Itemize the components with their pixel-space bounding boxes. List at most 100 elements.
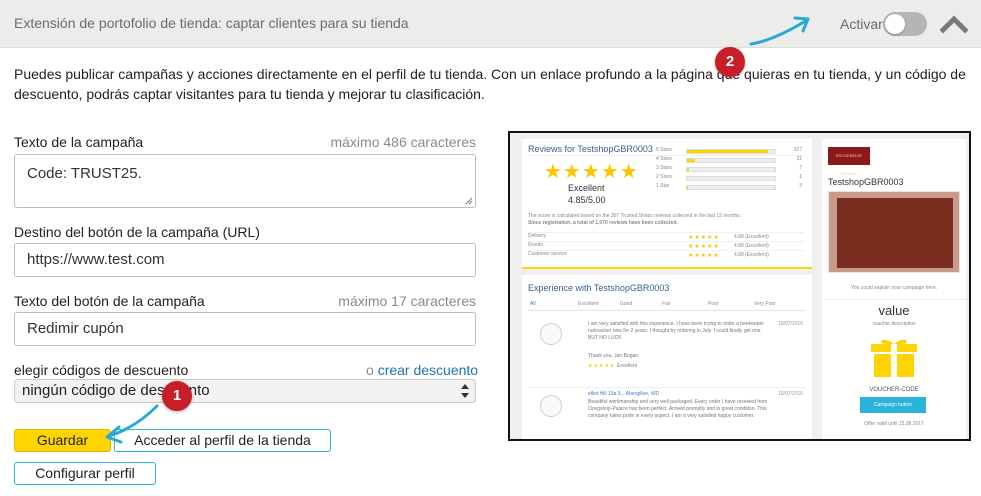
campaign-text-value: Code: TRUST25. bbox=[27, 165, 142, 182]
rating-bar-track bbox=[686, 149, 776, 154]
toggle-knob bbox=[885, 14, 905, 34]
button-text-input[interactable]: Redimir cupón bbox=[14, 312, 476, 346]
select-arrows-icon bbox=[461, 384, 469, 398]
avatar-icon bbox=[540, 395, 562, 417]
criteria-name: Delivery bbox=[528, 233, 547, 239]
avatar-icon bbox=[540, 323, 562, 345]
preview-voucher-desc: voucher description bbox=[872, 321, 916, 327]
preview-tab: Fair bbox=[662, 301, 671, 307]
preview-review-date: 18/07/2016 bbox=[778, 321, 804, 327]
rating-bar-row: 1 Star 3 bbox=[656, 183, 806, 191]
preview-review-rating: ★★★★★ Excellent bbox=[588, 363, 768, 370]
card-accent-bar bbox=[522, 267, 812, 269]
criteria-name: Customer service bbox=[528, 251, 567, 257]
rating-bar-fill bbox=[687, 168, 689, 171]
discount-label: elegir códigos de descuento bbox=[14, 362, 189, 378]
preview-shop-banner-image bbox=[828, 191, 960, 273]
preview-tab: Very Poor bbox=[754, 301, 776, 307]
intro-text: Puedes publicar campañas y acciones dire… bbox=[14, 66, 966, 102]
preview-campaign-button: Campaign button bbox=[860, 397, 926, 413]
discount-select[interactable]: ningún código de descuento bbox=[14, 379, 476, 403]
chevron-up-icon[interactable] bbox=[940, 14, 968, 34]
button-text-label: Texto del botón de la campaña bbox=[14, 293, 205, 309]
rating-bar-label: 4 Stars bbox=[656, 156, 672, 162]
rating-bar-label: 1 Star bbox=[656, 183, 670, 189]
panel-title: Extensión de portofolio de tienda: capta… bbox=[14, 15, 409, 31]
criteria-value: 4.88 (Excellent) bbox=[734, 252, 769, 258]
preview-review-text: Beautiful workmanship and very well pack… bbox=[588, 399, 768, 419]
preview-review-date: 18/07/2016 bbox=[778, 391, 804, 397]
rating-bar-fill bbox=[687, 159, 695, 162]
profile-preview-image: Reviews for TestshopGBR0003 ★★★★★ Excell… bbox=[508, 131, 971, 441]
criteria-value: 4.88 (Excellent) bbox=[734, 243, 769, 249]
resize-grip-icon[interactable] bbox=[465, 197, 473, 205]
rating-bar-fill bbox=[687, 186, 688, 189]
discount-link-prefix: o bbox=[366, 362, 374, 378]
annotation-arrow-2 bbox=[749, 16, 810, 46]
preview-reviews-card: Reviews for TestshopGBR0003 ★★★★★ Excell… bbox=[522, 139, 812, 269]
preview-rating-word: Excellent bbox=[568, 183, 605, 193]
preview-criteria-row: Goods ★★★★★ 4.88 (Excellent) bbox=[528, 241, 804, 250]
criteria-stars: ★★★★★ bbox=[688, 244, 720, 250]
preview-tab: Good bbox=[620, 301, 633, 307]
rating-bar-count: 3 bbox=[799, 183, 802, 189]
rating-bar-count: 327 bbox=[793, 147, 802, 153]
rating-bar-row: 5 Stars 327 bbox=[656, 147, 806, 155]
criteria-value: 4.88 (Excellent) bbox=[734, 234, 769, 240]
preview-criteria-row: Delivery ★★★★★ 4.88 (Excellent) bbox=[528, 232, 804, 241]
preview-tab: Poor bbox=[708, 301, 719, 307]
campaign-text-hint: máximo 486 caracteres bbox=[330, 134, 476, 150]
rating-bar-row: 2 Stars 1 bbox=[656, 174, 806, 182]
preview-criteria-row: Customer service ★★★★★ 4.88 (Excellent) bbox=[528, 250, 804, 259]
preview-shop-logo: ERZGEBIRGE PALACE bbox=[828, 147, 870, 176]
rating-bar-label: 2 Stars bbox=[656, 174, 672, 180]
rating-bar-row: 3 Stars 7 bbox=[656, 165, 806, 173]
rating-bar-track bbox=[686, 167, 776, 172]
preview-experience-card: Experience with TestshopGBR0003 All Exce… bbox=[522, 275, 812, 439]
preview-side-card: ERZGEBIRGE PALACE TestshopGBR0003 You co… bbox=[822, 139, 966, 439]
criteria-name: Goods bbox=[528, 242, 543, 248]
review-rating-word: Excellent bbox=[616, 363, 638, 369]
button-text-hint: máximo 17 caracteres bbox=[338, 293, 476, 309]
panel-header: Extensión de portofolio de tienda: capta… bbox=[0, 0, 981, 48]
url-label: Destino del botón de la campaña (URL) bbox=[14, 224, 260, 240]
campaign-text-area[interactable]: Code: TRUST25. bbox=[14, 154, 476, 208]
review-stars: ★★★★★ bbox=[588, 363, 616, 369]
preview-review-author: elliot Hill 19a 9... Abergilloe, WD bbox=[588, 391, 660, 397]
preview-experience-title: Experience with TestshopGBR0003 bbox=[528, 283, 670, 293]
rating-bar-count: 7 bbox=[799, 165, 802, 171]
rating-bar-count: 31 bbox=[796, 156, 802, 162]
gift-icon bbox=[871, 339, 917, 377]
preview-voucher-value: value bbox=[878, 303, 910, 318]
rating-bar-label: 3 Stars bbox=[656, 165, 672, 171]
divider bbox=[822, 299, 966, 300]
rating-bar-track bbox=[686, 176, 776, 181]
activate-toggle[interactable] bbox=[883, 12, 927, 36]
banner-photo bbox=[837, 198, 953, 268]
rating-bar-fill bbox=[687, 150, 768, 153]
divider bbox=[528, 387, 806, 388]
create-discount-link[interactable]: crear descuento bbox=[378, 362, 478, 378]
rating-bar-row: 4 Stars 31 bbox=[656, 156, 806, 164]
button-text-value: Redimir cupón bbox=[27, 320, 124, 337]
preview-review-item: I am very satisfied with this experience… bbox=[528, 321, 806, 383]
preview-campaign-hint: You could explain your campaign here. bbox=[851, 285, 937, 291]
preview-offer-valid: Offer valid until 15.08.2017 bbox=[864, 421, 924, 427]
preview-shop-name: TestshopGBR0003 bbox=[828, 177, 904, 187]
preview-tab: Excellent bbox=[578, 301, 599, 307]
rating-bar-track bbox=[686, 158, 776, 163]
url-input[interactable]: https://www.test.com bbox=[14, 243, 476, 277]
preview-rating-value: 4.85/5.00 bbox=[568, 195, 606, 205]
preview-registration-note: Since registration, a total of 1,070 rev… bbox=[528, 220, 678, 226]
annotation-arrow-1 bbox=[105, 404, 159, 444]
configure-profile-button[interactable]: Configurar perfil bbox=[14, 462, 156, 485]
rating-bar-label: 5 Stars bbox=[656, 147, 672, 153]
criteria-stars: ★★★★★ bbox=[688, 253, 720, 259]
preview-review-item: elliot Hill 19a 9... Abergilloe, WD Beau… bbox=[528, 391, 806, 439]
preview-review-sign: Thank you, Jan Bogan bbox=[588, 353, 639, 359]
url-value: https://www.test.com bbox=[27, 251, 165, 268]
criteria-stars: ★★★★★ bbox=[688, 235, 720, 241]
preview-review-text: I am very satisfied with this experience… bbox=[588, 321, 764, 341]
preview-tab: All bbox=[530, 301, 536, 307]
preview-tabs: All Excellent Good Fair Poor Very Poor bbox=[528, 299, 806, 311]
